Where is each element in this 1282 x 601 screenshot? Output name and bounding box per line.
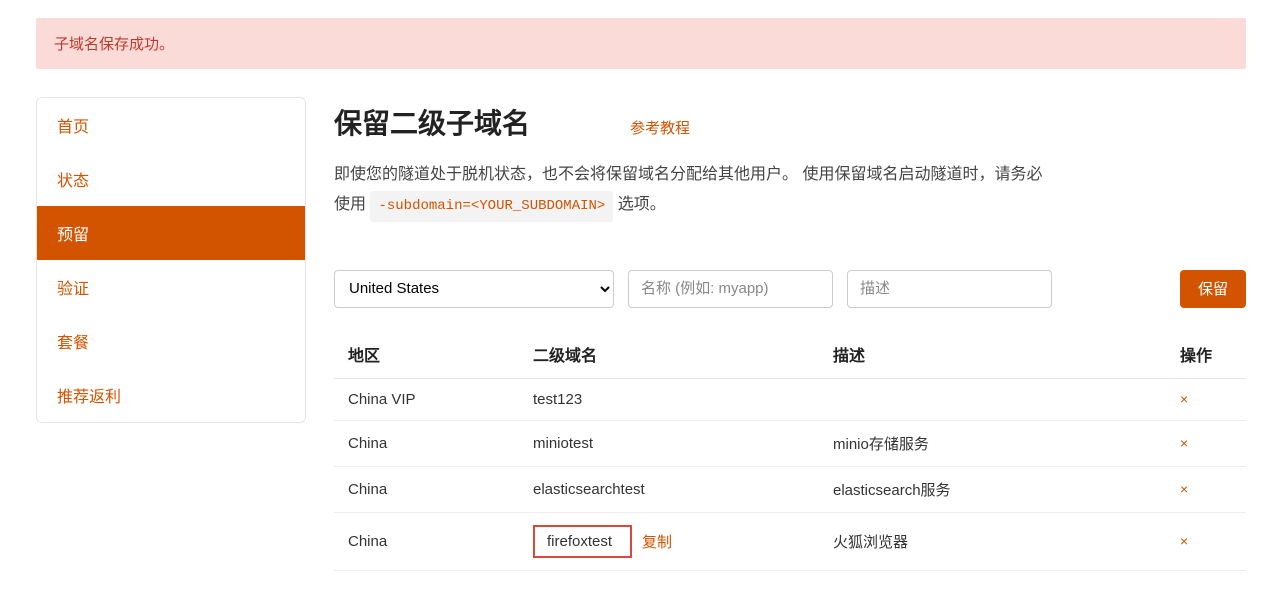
page-description: 即使您的隧道处于脱机状态，也不会将保留域名分配给其他用户。 使用保留域名启动隧道… <box>334 160 1054 222</box>
sidebar-item-home[interactable]: 首页 <box>37 98 305 152</box>
save-button[interactable]: 保留 <box>1180 270 1246 308</box>
desc-text-2: 选项。 <box>618 196 666 213</box>
sidebar-item-status[interactable]: 状态 <box>37 152 305 206</box>
sidebar-item-plan[interactable]: 套餐 <box>37 314 305 368</box>
subdomain-table: 地区 二级域名 描述 操作 China VIP test123 × China <box>334 330 1246 571</box>
name-input[interactable] <box>628 270 833 308</box>
cell-description: minio存储服务 <box>819 420 1166 466</box>
description-input[interactable] <box>847 270 1052 308</box>
cell-subdomain: miniotest <box>519 420 819 466</box>
cell-region: China VIP <box>334 378 519 420</box>
tutorial-link[interactable]: 参考教程 <box>630 117 690 138</box>
th-action: 操作 <box>1166 330 1246 379</box>
sidebar-item-verify[interactable]: 验证 <box>37 260 305 314</box>
success-alert: 子域名保存成功。 <box>36 18 1246 69</box>
delete-icon[interactable]: × <box>1180 435 1188 451</box>
th-description: 描述 <box>819 330 1166 379</box>
delete-icon[interactable]: × <box>1180 533 1188 549</box>
table-row: China miniotest minio存储服务 × <box>334 420 1246 466</box>
region-select[interactable]: United States <box>334 270 614 308</box>
cell-subdomain: elasticsearchtest <box>519 466 819 512</box>
copy-button[interactable]: 复制 <box>642 531 672 552</box>
subdomain-code-hint: -subdomain=<YOUR_SUBDOMAIN> <box>370 191 613 222</box>
delete-icon[interactable]: × <box>1180 481 1188 497</box>
cell-region: China <box>334 420 519 466</box>
main-content: 保留二级子域名 参考教程 即使您的隧道处于脱机状态，也不会将保留域名分配给其他用… <box>334 97 1246 571</box>
page-title: 保留二级子域名 <box>334 102 530 142</box>
delete-icon[interactable]: × <box>1180 391 1188 407</box>
cell-description <box>819 378 1166 420</box>
table-row: China firefoxtest 复制 火狐浏览器 × <box>334 512 1246 570</box>
cell-description: 火狐浏览器 <box>819 512 1166 570</box>
th-region: 地区 <box>334 330 519 379</box>
table-row: China VIP test123 × <box>334 378 1246 420</box>
sidebar-item-reserve[interactable]: 预留 <box>37 206 305 260</box>
cell-subdomain-highlighted: firefoxtest <box>533 525 632 558</box>
sidebar-nav: 首页 状态 预留 验证 套餐 推荐返利 <box>36 97 306 423</box>
th-subdomain: 二级域名 <box>519 330 819 379</box>
cell-description: elasticsearch服务 <box>819 466 1166 512</box>
table-row: China elasticsearchtest elasticsearch服务 … <box>334 466 1246 512</box>
cell-subdomain: test123 <box>519 378 819 420</box>
cell-region: China <box>334 466 519 512</box>
cell-region: China <box>334 512 519 570</box>
sidebar-item-referral[interactable]: 推荐返利 <box>37 368 305 422</box>
reserve-form: United States 保留 <box>334 270 1246 308</box>
